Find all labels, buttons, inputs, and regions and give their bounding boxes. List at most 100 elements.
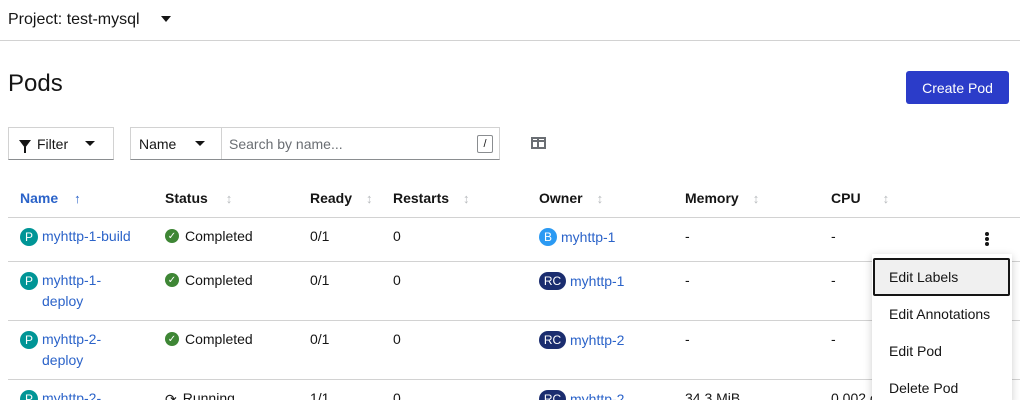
cpu-cell: - <box>831 272 836 288</box>
search-type-select[interactable]: Name <box>130 127 222 160</box>
owner-cell: RC myhttp-1 <box>539 270 624 292</box>
pod-name-cell: P myhttp-1-build <box>20 226 131 247</box>
status-cell: ✓ Completed <box>165 270 253 291</box>
pod-name-cell: P myhttp-1- deploy <box>20 270 101 312</box>
row-divider <box>8 261 1020 262</box>
column-header-status[interactable]: Status ↕ <box>165 190 232 206</box>
column-header-memory[interactable]: Memory ↕ <box>685 190 759 206</box>
pod-name-cell: P myhttp-2- <box>20 388 101 400</box>
sort-icon: ↕ <box>225 190 233 206</box>
filter-label: Filter <box>37 135 69 152</box>
project-selector[interactable]: Project: test-mysql <box>8 11 140 29</box>
search-input[interactable] <box>229 135 469 152</box>
filter-dropdown[interactable]: Filter <box>8 127 114 160</box>
column-header-label: Owner <box>539 190 583 206</box>
memory-cell: - <box>685 228 690 244</box>
pod-link[interactable]: myhttp-2- <box>42 388 101 400</box>
shortcut-hint: / <box>477 135 493 153</box>
owner-cell: RC myhttp-2 <box>539 329 624 351</box>
owner-link[interactable]: myhttp-2 <box>570 391 624 400</box>
status-cell: ✓ Completed <box>165 329 253 350</box>
pod-link[interactable]: myhttp-1- deploy <box>42 270 101 312</box>
column-header-restarts[interactable]: Restarts ↕ <box>393 190 470 206</box>
pod-name-line: myhttp-2- <box>42 390 102 400</box>
pod-name-line: deploy <box>42 293 84 309</box>
memory-cell: - <box>685 331 690 347</box>
column-header-ready[interactable]: Ready ↕ <box>310 190 373 206</box>
cpu-cell: - <box>831 331 836 347</box>
sort-icon: ↕ <box>366 190 373 206</box>
cpu-cell: 0.002 c <box>831 390 877 400</box>
page-title: Pods <box>8 70 63 97</box>
restarts-cell: 0 <box>393 228 401 244</box>
memory-cell: - <box>685 272 690 288</box>
header-divider <box>8 217 1020 218</box>
project-bar: Project: test-mysql <box>0 0 1020 41</box>
filter-icon <box>19 139 31 153</box>
column-header-label: CPU <box>831 190 861 206</box>
owner-link[interactable]: myhttp-1 <box>561 229 615 245</box>
chevron-down-icon <box>195 141 205 146</box>
column-header-label: Status <box>165 190 208 206</box>
column-header-owner[interactable]: Owner ↕ <box>539 190 603 206</box>
pod-name-cell: P myhttp-2- deploy <box>20 329 101 371</box>
sort-icon: ↕ <box>882 190 890 206</box>
column-header-cpu[interactable]: CPU ↕ <box>831 190 889 206</box>
sort-icon: ↕ <box>463 190 470 206</box>
pod-name-line: myhttp-2- <box>42 331 102 347</box>
kebab-menu-icon[interactable] <box>985 232 989 247</box>
pod-link[interactable]: myhttp-2- deploy <box>42 329 101 371</box>
ready-cell: 0/1 <box>310 272 330 288</box>
check-circle-icon: ✓ <box>165 332 179 347</box>
owner-link[interactable]: myhttp-2 <box>570 332 624 348</box>
rc-badge: RC <box>539 390 566 400</box>
row-divider <box>8 379 1020 380</box>
sort-asc-icon: ↑ <box>74 190 81 206</box>
chevron-down-icon[interactable] <box>160 16 171 22</box>
status-cell: ⟳ Running <box>165 388 235 400</box>
create-pod-button[interactable]: Create Pod <box>906 71 1009 104</box>
check-circle-icon: ✓ <box>165 229 179 244</box>
column-header-name[interactable]: Name ↑ <box>20 190 81 206</box>
sync-icon: ⟳ <box>165 390 177 400</box>
column-header-label: Restarts <box>393 190 450 206</box>
status-text: Completed <box>185 331 253 347</box>
owner-cell: Bmyhttp-1 <box>539 226 615 248</box>
build-badge: B <box>539 228 557 247</box>
owner-cell: RC myhttp-2 <box>539 388 624 400</box>
cpu-cell: - <box>831 228 836 244</box>
ready-cell: 1/1 <box>310 390 330 400</box>
pod-badge: P <box>20 390 38 400</box>
column-header-label: Ready <box>310 190 353 206</box>
menu-item-edit-annotations[interactable]: Edit Annotations <box>889 306 990 322</box>
restarts-cell: 0 <box>393 272 401 288</box>
pod-name-line: myhttp-1-build <box>42 228 131 244</box>
restarts-cell: 0 <box>393 390 401 400</box>
ready-cell: 0/1 <box>310 331 330 347</box>
row-divider <box>8 320 1020 321</box>
column-header-label: Name <box>20 190 59 206</box>
column-header-label: Memory <box>685 190 739 206</box>
menu-item-delete-pod[interactable]: Delete Pod <box>889 380 958 396</box>
status-cell: ✓ Completed <box>165 226 253 247</box>
rc-badge: RC <box>539 331 566 350</box>
status-text: Completed <box>185 228 253 244</box>
owner-link[interactable]: myhttp-1 <box>570 273 624 289</box>
chevron-down-icon <box>85 141 95 146</box>
search-type-label: Name <box>139 135 177 152</box>
memory-cell: 34.3 MiB <box>685 390 741 400</box>
pod-badge: P <box>20 228 38 246</box>
sort-icon: ↕ <box>752 190 760 206</box>
status-text: Completed <box>185 272 253 288</box>
check-circle-icon: ✓ <box>165 273 179 288</box>
menu-item-edit-labels[interactable]: Edit Labels <box>889 269 958 285</box>
pod-link[interactable]: myhttp-1-build <box>42 226 131 247</box>
menu-item-edit-pod[interactable]: Edit Pod <box>889 343 942 359</box>
row-actions-menu: Edit Labels Edit Annotations Edit Pod De… <box>872 254 1012 400</box>
column-management-icon[interactable] <box>531 137 546 149</box>
rc-badge: RC <box>539 272 566 291</box>
pod-name-line: myhttp-1- <box>42 272 102 288</box>
search-box: / <box>221 127 500 160</box>
pod-name-line: deploy <box>42 352 84 368</box>
status-text: Running <box>182 390 235 400</box>
